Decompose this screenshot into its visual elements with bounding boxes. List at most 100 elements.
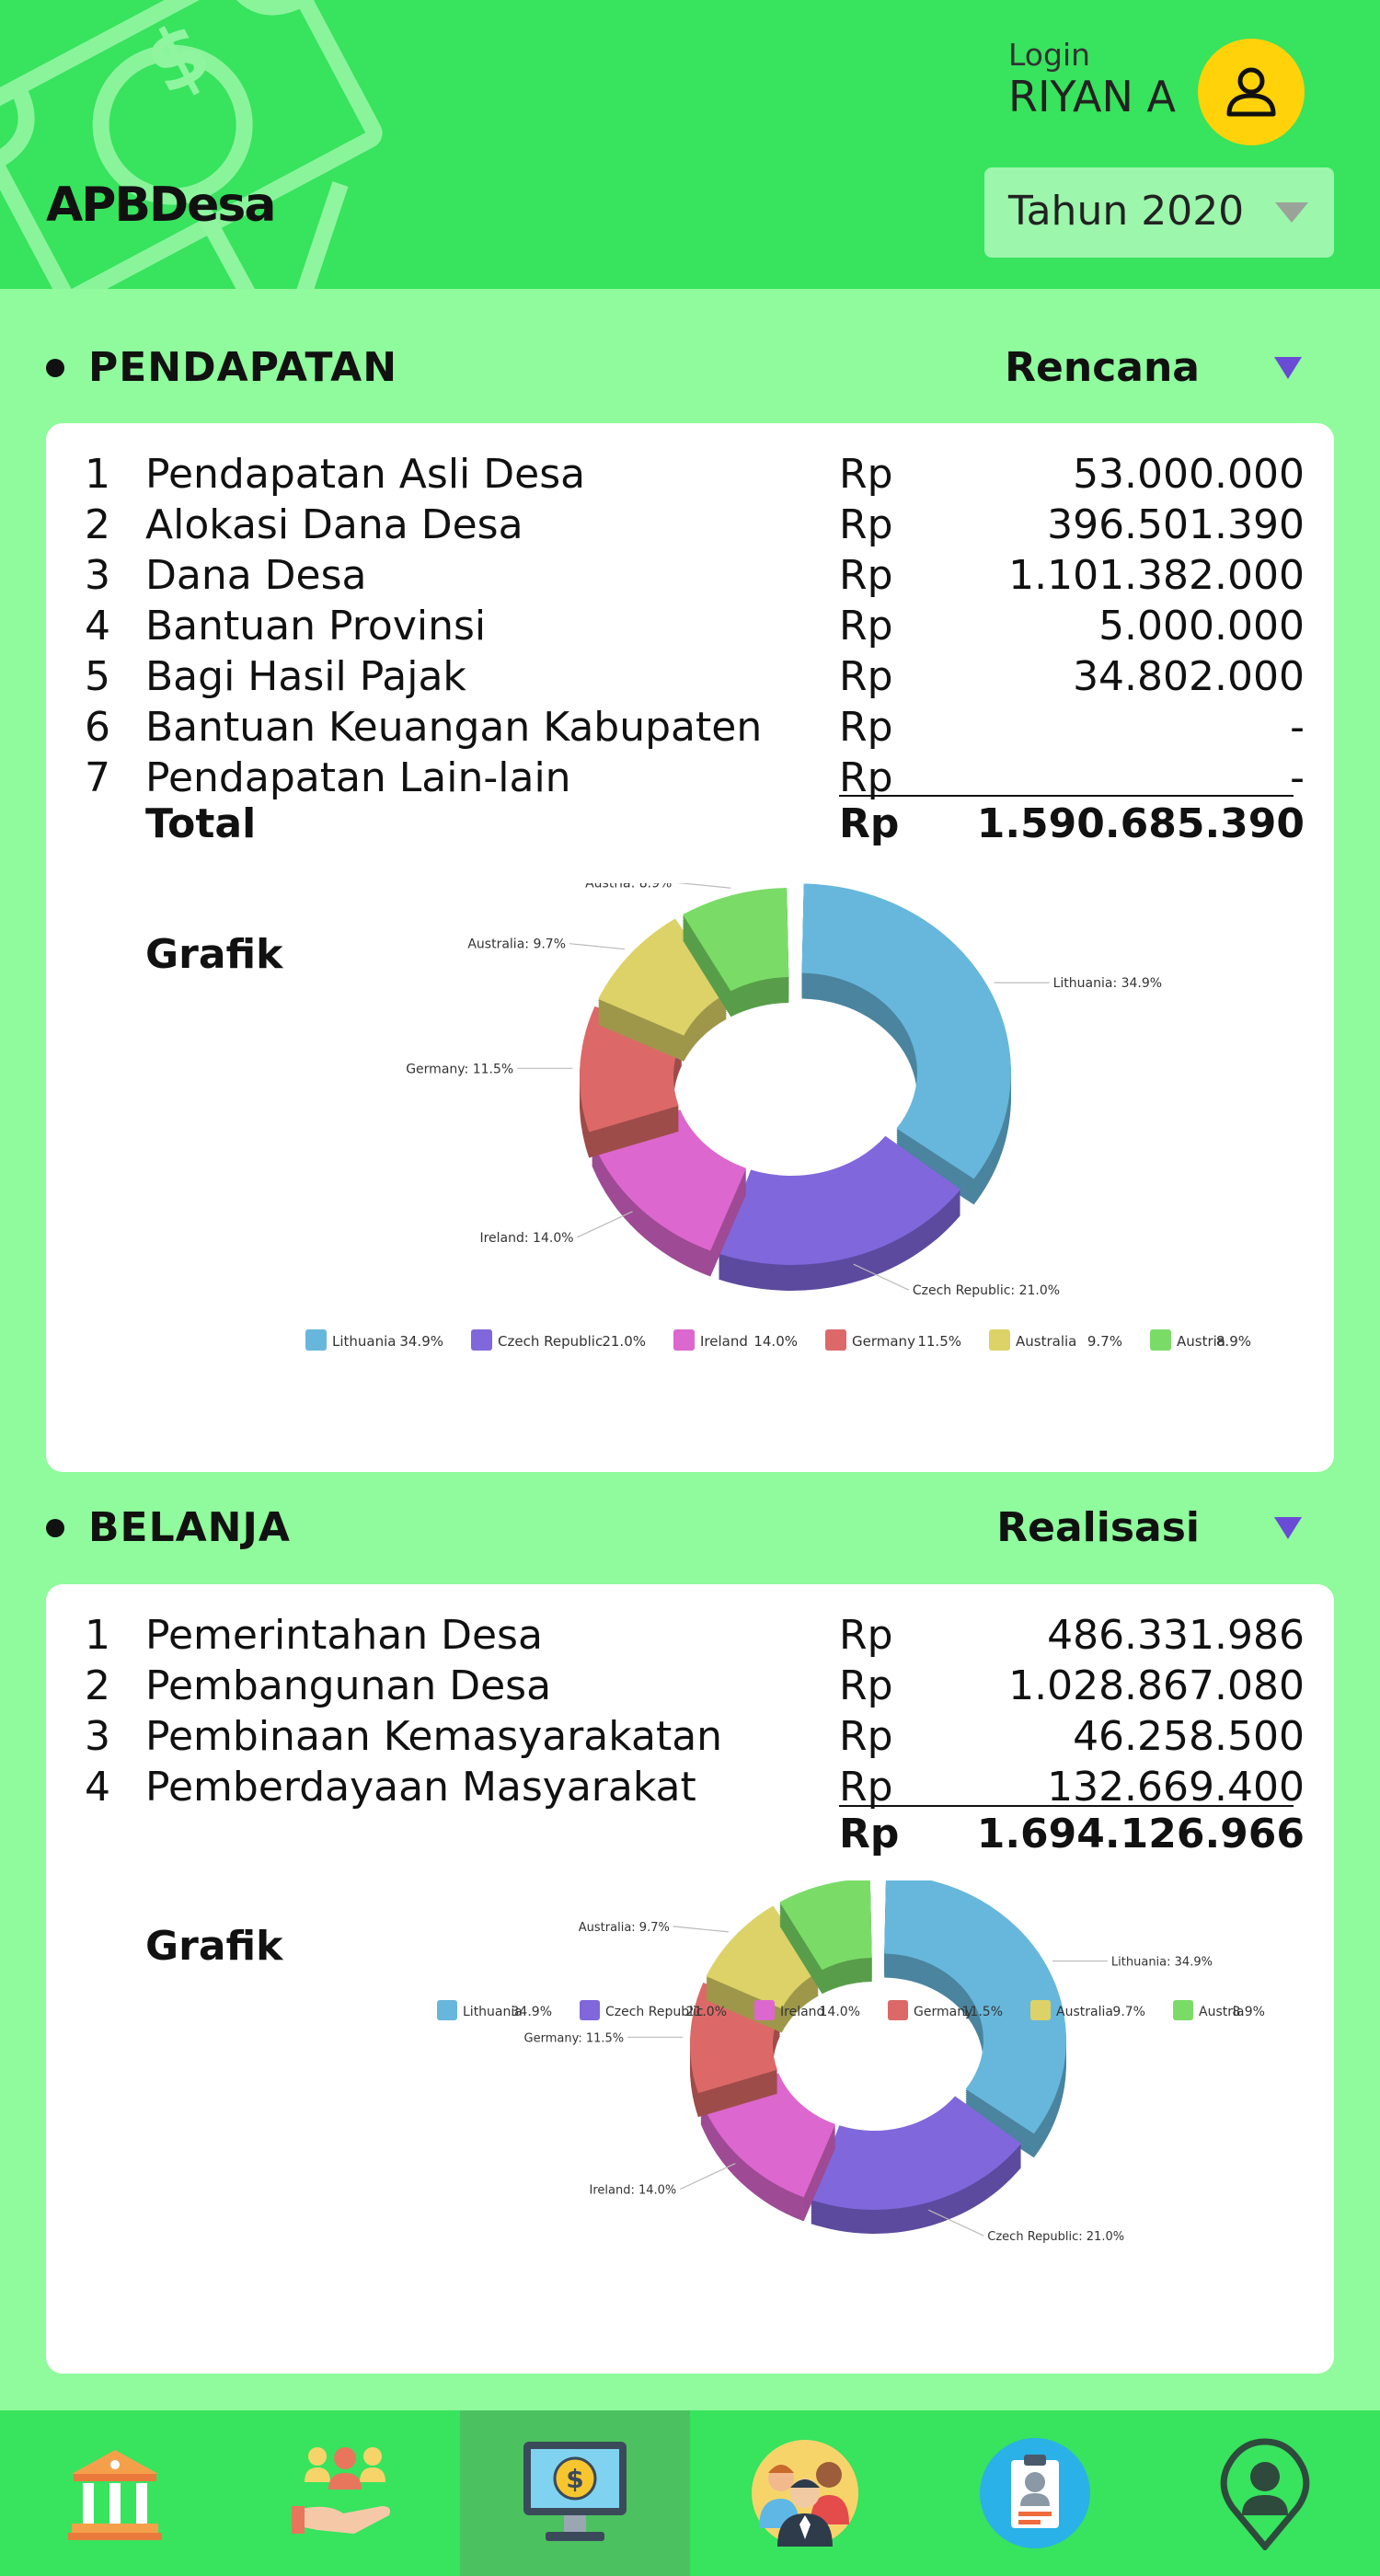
legend-swatch xyxy=(305,1329,327,1351)
currency-label: Rp xyxy=(839,501,893,548)
currency-label: Rp xyxy=(839,1612,893,1659)
chevron-down-icon[interactable] xyxy=(1274,357,1302,379)
app-header: $ APBDesa Login RIYAN A Tahun 2020 xyxy=(0,0,1380,289)
legend-value: 34.9% xyxy=(512,2005,552,2019)
row-name: Pembangunan Desa xyxy=(145,1662,552,1709)
currency-label: Rp xyxy=(839,704,893,751)
row-amount: 34.802.000 xyxy=(1073,653,1305,700)
legend-swatch xyxy=(989,1329,1010,1351)
legend-label: Ireland xyxy=(780,2005,824,2019)
belanja-donut-chart: Lithuania: 34.9% Czech Republic: 21.0% Ire… xyxy=(437,1880,1265,2244)
row-number: 1 xyxy=(85,1612,110,1659)
legend-label: Australia xyxy=(1016,1333,1076,1350)
table-row: 3 Dana Desa Rp 1.101.382.000 xyxy=(46,552,1334,603)
table-row: 1 Pemerintahan Desa Rp 486.331.986 xyxy=(46,1612,1334,1662)
table-row: 6 Bantuan Keuangan Kabupaten Rp - xyxy=(46,704,1334,754)
people-group-icon xyxy=(752,2440,858,2547)
label-leader-line xyxy=(569,943,626,950)
row-name: Pendapatan Lain-lain xyxy=(145,754,571,801)
user-avatar-button[interactable] xyxy=(1198,39,1305,145)
row-number: 3 xyxy=(85,552,110,599)
community-hands-icon xyxy=(292,2447,390,2534)
label-leader-line xyxy=(673,1926,729,1933)
legend-swatch xyxy=(825,1329,846,1351)
nav-item-aparatur[interactable] xyxy=(690,2410,920,2576)
government-building-icon xyxy=(68,2450,162,2540)
slice-label: Ireland: 14.0% xyxy=(479,1231,573,1246)
chevron-down-icon xyxy=(1275,202,1308,223)
legend-item[interactable]: Ireland 14.0% xyxy=(673,1329,798,1351)
row-name: Pemerintahan Desa xyxy=(145,1612,543,1659)
legend-item[interactable]: Germany11.5% xyxy=(825,1329,961,1351)
legend-value: 8.9% xyxy=(1232,2005,1265,2019)
label-leader-line xyxy=(680,2163,736,2191)
legend-swatch xyxy=(888,2000,908,2020)
table-row: 4 Bantuan Provinsi Rp 5.000.000 xyxy=(46,603,1334,653)
row-number: 2 xyxy=(85,1662,110,1709)
row-number: 4 xyxy=(85,1764,110,1811)
nav-item-profil[interactable] xyxy=(920,2410,1150,2576)
legend-swatch xyxy=(1173,2000,1193,2020)
year-select-value: Tahun 2020 xyxy=(1008,188,1245,235)
currency-label: Rp xyxy=(839,603,893,650)
currency-label: Rp xyxy=(839,1662,893,1709)
legend-swatch xyxy=(673,1329,695,1351)
currency-label: Rp xyxy=(839,800,900,847)
legend-value: 9.7% xyxy=(1112,2005,1145,2019)
row-number: 4 xyxy=(85,603,110,650)
slice-label: Australia: 9.7% xyxy=(579,1921,670,1935)
location-person-icon xyxy=(1220,2438,1310,2550)
slice-label: Lithuania: 34.9% xyxy=(1111,1956,1213,1970)
year-select[interactable]: Tahun 2020 xyxy=(984,167,1334,258)
pendapatan-mode-select[interactable]: Rencana xyxy=(1005,344,1200,391)
legend-value: 8.9% xyxy=(1216,1333,1251,1350)
user-name: RIYAN A xyxy=(1008,72,1177,121)
pendapatan-card: 1 Pendapatan Asli Desa Rp 53.000.000 2 Alokas… xyxy=(46,423,1334,1472)
legend-item[interactable]: Austria8.9% xyxy=(1173,2000,1265,2020)
row-amount: 46.258.500 xyxy=(1073,1713,1305,1760)
legend-label: Lithuania xyxy=(332,1333,396,1350)
legend-value: 11.5% xyxy=(962,2005,1003,2019)
row-number: 5 xyxy=(85,653,110,700)
svg-text:$: $ xyxy=(566,2464,583,2494)
slice-label: Ireland: 14.0% xyxy=(589,2184,676,2198)
row-name: Pembinaan Kemasyarakatan xyxy=(145,1713,723,1760)
budget-monitor-icon: $ xyxy=(523,2442,627,2541)
legend-swatch xyxy=(580,2000,600,2020)
nav-item-lokasi[interactable] xyxy=(1150,2410,1380,2576)
legend-item[interactable]: Lithuania34.9% xyxy=(437,2000,552,2020)
currency-label: Rp xyxy=(839,1811,900,1857)
legend-item[interactable]: Australia 9.7% xyxy=(989,1329,1122,1351)
subtotal-line xyxy=(839,795,1294,797)
row-number: 3 xyxy=(85,1713,110,1760)
legend-swatch xyxy=(437,2000,457,2020)
legend-item[interactable]: Czech Republic21.0% xyxy=(471,1329,646,1351)
legend-swatch xyxy=(1150,1329,1171,1351)
legend-value: 21.0% xyxy=(686,2005,727,2019)
profile-badge-icon xyxy=(980,2438,1090,2548)
chevron-down-icon[interactable] xyxy=(1274,1517,1302,1539)
table-row: 5 Bagi Hasil Pajak Rp 34.802.000 xyxy=(46,653,1334,704)
row-amount: 53.000.000 xyxy=(1073,451,1305,498)
row-number: 7 xyxy=(85,754,110,801)
belanja-header: BELANJA Realisasi xyxy=(0,1491,1380,1565)
legend-swatch xyxy=(754,2000,775,2020)
row-amount: 132.669.400 xyxy=(1047,1764,1305,1811)
nav-item-desa[interactable] xyxy=(0,2410,230,2576)
belanja-mode-select[interactable]: Realisasi xyxy=(996,1504,1200,1551)
legend-item[interactable]: Australia 9.7% xyxy=(1030,2000,1145,2020)
slice-label: Germany: 11.5% xyxy=(406,1062,513,1076)
row-name: Bantuan Provinsi xyxy=(145,603,487,650)
legend-swatch xyxy=(1030,2000,1051,2020)
belanja-total-row: Rp 1.694.126.966 xyxy=(46,1811,1334,1861)
nav-item-apbdesa[interactable]: $ xyxy=(460,2410,690,2576)
row-amount: 5.000.000 xyxy=(1098,603,1305,650)
legend-value: 21.0% xyxy=(602,1333,646,1350)
legend-item[interactable]: Lithuania34.9% xyxy=(305,1329,443,1351)
legend-value: 11.5% xyxy=(917,1333,961,1350)
legend-item[interactable]: Austria8.9% xyxy=(1150,1329,1251,1351)
nav-item-masyarakat[interactable] xyxy=(230,2410,460,2576)
legend-label: Ireland xyxy=(700,1333,748,1350)
belanja-title: BELANJA xyxy=(88,1504,291,1551)
currency-label: Rp xyxy=(839,552,893,599)
